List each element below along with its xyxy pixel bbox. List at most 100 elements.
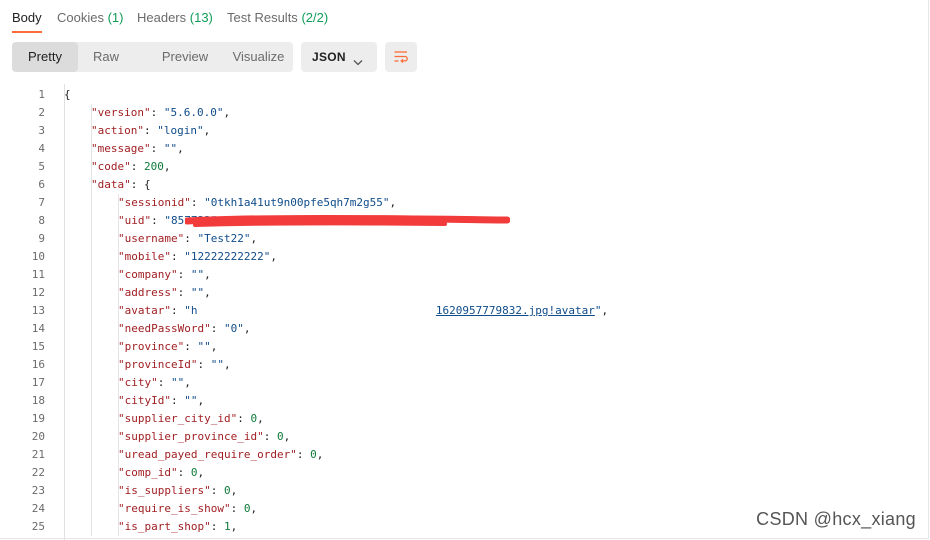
- wrap-lines-button[interactable]: [385, 42, 417, 72]
- code-text: "needPassWord": "0",: [118, 320, 250, 338]
- tab-cookies[interactable]: Cookies (1): [57, 10, 123, 25]
- indent-guide: [91, 356, 92, 374]
- json-punct: ,: [230, 484, 238, 497]
- line-number: 11: [31, 268, 45, 281]
- json-punct: :: [296, 448, 311, 461]
- json-string: "h: [184, 304, 198, 317]
- json-number: 0: [223, 484, 231, 497]
- redacted-text: [197, 304, 435, 317]
- code-text: "supplier_province_id": 0,: [118, 428, 290, 446]
- json-punct: : {: [130, 178, 151, 191]
- tab-body-label: Body: [12, 10, 42, 25]
- json-key: "supplier_city_id": [118, 412, 238, 425]
- json-string: "12222222222": [184, 250, 271, 263]
- line-number: 22: [31, 466, 45, 479]
- code-text: "provinceId": "",: [118, 356, 231, 374]
- view-mode-switcher: Pretty Raw Preview Visualize: [12, 42, 293, 72]
- line-number: 1: [38, 88, 45, 101]
- format-select[interactable]: JSON: [301, 42, 377, 72]
- code-text: "is_part_shop": 1,: [118, 518, 237, 536]
- json-punct: ,: [257, 412, 264, 425]
- json-punct: {: [64, 88, 71, 101]
- response-tabs: Body Cookies (1) Headers (13) Test Resul…: [0, 0, 930, 34]
- code-text: "data": {: [91, 176, 151, 194]
- code-text: "address": "",: [118, 284, 211, 302]
- json-punct: ,: [210, 340, 218, 353]
- json-punct: :: [230, 502, 244, 515]
- code-line: 12 "address": "",: [0, 284, 930, 302]
- indent-guide: [91, 248, 92, 266]
- json-string: "": [210, 358, 224, 371]
- json-key: "uread_payed_require_order": [118, 448, 297, 461]
- code-text: "message": "",: [91, 140, 184, 158]
- code-line: 3 "action": "login",: [0, 122, 930, 140]
- code-line: 18 "cityId": "",: [0, 392, 930, 410]
- code-text: "city": "",: [118, 374, 191, 392]
- json-punct: :: [177, 268, 191, 281]
- indent-guide: [91, 446, 92, 464]
- indent-guide: [91, 392, 92, 410]
- code-text: "cityId": "",: [118, 392, 204, 410]
- response-body-code[interactable]: 1{2 "version": "5.6.0.0", 3 "action": "logi…: [0, 84, 930, 540]
- json-string: "0tkh1a41ut9n00pfe5qh7m2g55": [204, 196, 390, 209]
- json-string: "": [197, 340, 211, 353]
- json-punct: ,: [283, 430, 291, 443]
- indent-guide: [91, 500, 92, 518]
- indent-guide: [91, 338, 92, 356]
- pretty-button[interactable]: Pretty: [12, 42, 78, 72]
- json-punct: ,: [203, 124, 211, 137]
- code-line: 22 "comp_id": 0,: [0, 464, 930, 482]
- json-punct: ,: [177, 142, 184, 155]
- json-punct: ,: [197, 466, 205, 479]
- code-line: 21 "uread_payed_require_order": 0,: [0, 446, 930, 464]
- json-string: "0": [223, 322, 244, 335]
- indent-guide: [91, 482, 92, 500]
- line-number: 5: [38, 160, 45, 173]
- code-text: "avatar": "h 1620957779832.jpg!avatar",: [118, 302, 608, 320]
- json-number: 200: [144, 160, 164, 173]
- indent-guide: [91, 320, 92, 338]
- code-text: {: [64, 86, 71, 104]
- json-string: "": [171, 376, 185, 389]
- json-punct: ,: [204, 286, 211, 299]
- code-line: 17 "city": "",: [0, 374, 930, 392]
- preview-button[interactable]: Preview: [146, 42, 224, 72]
- tab-test-results[interactable]: Test Results (2/2): [227, 10, 328, 25]
- code-line: 7 "sessionid": "0tkh1a41ut9n00pfe5qh7m2g5…: [0, 194, 930, 212]
- line-number: 24: [31, 502, 45, 515]
- avatar-url-link[interactable]: 1620957779832.jpg!avatar: [436, 304, 595, 317]
- code-text: "mobile": "12222222222",: [118, 248, 277, 266]
- indent-guide: [91, 284, 92, 302]
- json-punct: ,: [270, 250, 277, 263]
- json-punct: :: [150, 142, 164, 155]
- code-text: "action": "login",: [91, 122, 210, 140]
- code-line: 11 "company": "",: [0, 266, 930, 284]
- json-punct: ,: [223, 106, 231, 119]
- json-punct: :: [197, 358, 211, 371]
- code-line: 5 "code": 200,: [0, 158, 930, 176]
- indent-guide: [91, 212, 92, 230]
- json-key: "is_part_shop": [118, 520, 211, 533]
- json-punct: :: [210, 520, 224, 533]
- json-punct: :: [184, 232, 198, 245]
- tab-test-results-count: (2/2): [301, 10, 329, 25]
- code-text: "require_is_show": 0,: [118, 500, 257, 518]
- json-number: 0: [276, 430, 284, 443]
- tab-body[interactable]: Body: [12, 10, 42, 25]
- indent-guide: [91, 428, 92, 446]
- json-key: "city": [118, 376, 158, 389]
- tab-test-results-label: Test Results: [227, 10, 298, 25]
- raw-button[interactable]: Raw: [78, 42, 134, 72]
- code-line: 6 "data": {: [0, 176, 930, 194]
- line-number: 20: [31, 430, 45, 443]
- json-key: "uid": [118, 214, 152, 227]
- code-text: "company": "",: [118, 266, 211, 284]
- tab-headers[interactable]: Headers (13): [137, 10, 213, 25]
- tab-headers-count: (13): [189, 10, 213, 25]
- visualize-button[interactable]: Visualize: [224, 42, 293, 72]
- code-line: 19 "supplier_city_id": 0,: [0, 410, 930, 428]
- json-key: "sessionid": [118, 196, 191, 209]
- json-punct: ,: [184, 376, 191, 389]
- code-text: "code": 200,: [91, 158, 171, 176]
- json-punct: :: [143, 124, 158, 137]
